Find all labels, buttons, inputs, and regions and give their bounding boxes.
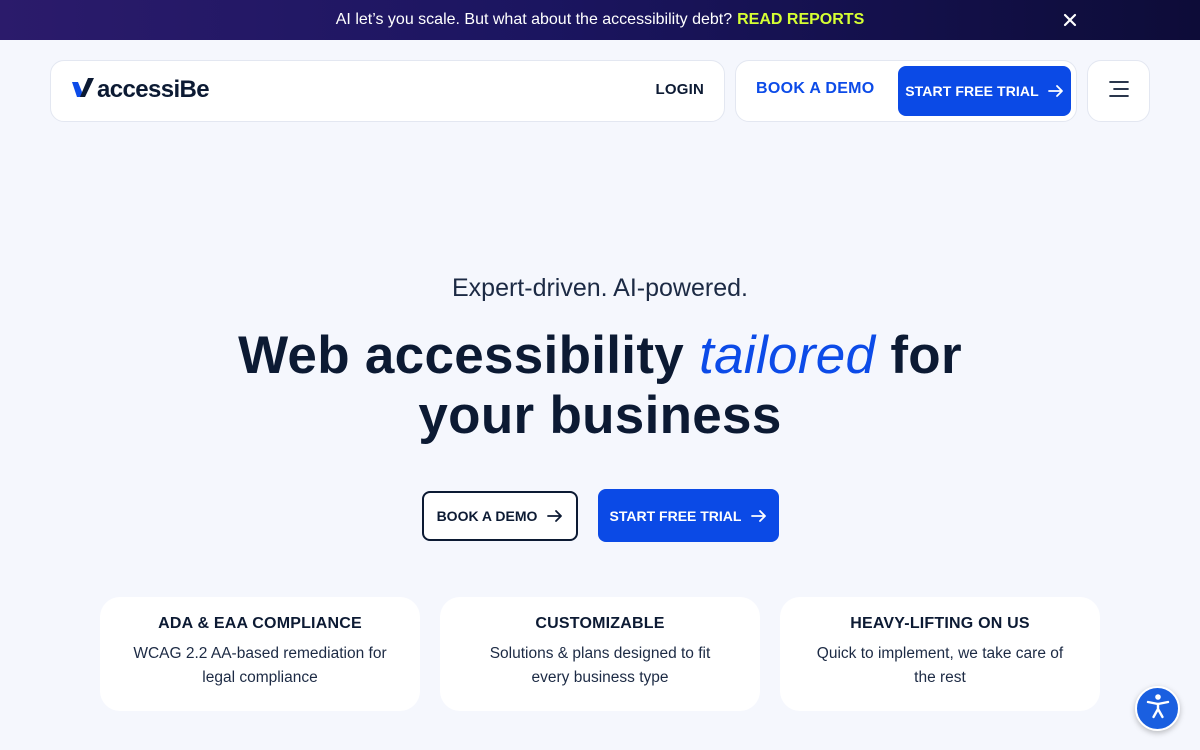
feature-description: WCAG 2.2 AA-based remediation for legal … [133, 645, 387, 686]
start-free-trial-button[interactable]: START FREE TRIAL [898, 66, 1071, 116]
feature-card-heavy-lifting: HEAVY-LIFTING ON US Quick to implement, … [780, 597, 1100, 711]
menu-button[interactable] [1087, 60, 1150, 122]
feature-card-compliance: ADA & EAA COMPLIANCE WCAG 2.2 AA-based r… [100, 597, 420, 711]
headline-line-2: your business [418, 386, 782, 445]
logo[interactable]: accessiBe [71, 76, 210, 104]
feature-description: Solutions & plans designed to fit every … [489, 645, 711, 686]
start-free-trial-label: START FREE TRIAL [905, 83, 1039, 99]
headline-accent: tailored [699, 326, 876, 385]
announcement-bar: AI let’s you scale. But what about the a… [0, 0, 1200, 40]
header-cta-panel: BOOK A DEMO START FREE TRIAL [735, 60, 1077, 122]
feature-title: HEAVY-LIFTING ON US [850, 615, 1030, 632]
announcement-text: AI let’s you scale. But what about the a… [335, 11, 733, 28]
accessibility-widget-button[interactable] [1135, 686, 1180, 731]
logo-wordmark: accessiBe [97, 76, 210, 103]
close-icon[interactable] [1060, 10, 1080, 30]
headline-part-1: Web accessibility [238, 326, 685, 385]
hero-book-demo-button[interactable]: BOOK A DEMO [422, 491, 578, 541]
feature-title: CUSTOMIZABLE [535, 615, 665, 632]
arrow-right-icon [1047, 84, 1064, 98]
arrow-right-icon [751, 509, 767, 523]
feature-card-customizable: CUSTOMIZABLE Solutions & plans designed … [440, 597, 760, 711]
headline-part-2: for [890, 326, 962, 385]
hero-eyebrow: Expert-driven. AI-powered. [452, 274, 748, 302]
header-main-panel: accessiBe LOGIN [50, 60, 725, 122]
logo-check-icon [71, 77, 95, 104]
login-link[interactable]: LOGIN [656, 81, 705, 98]
hero-book-demo-label: BOOK A DEMO [436, 508, 538, 524]
hero-start-trial-label: START FREE TRIAL [609, 507, 742, 524]
feature-title: ADA & EAA COMPLIANCE [158, 615, 362, 632]
accessibility-icon [1144, 692, 1172, 725]
feature-description: Quick to implement, we take care of the … [816, 645, 1064, 686]
hamburger-menu-icon [1108, 80, 1130, 103]
book-demo-link[interactable]: BOOK A DEMO [756, 80, 875, 98]
arrow-right-icon [547, 509, 563, 523]
hero-start-trial-button[interactable]: START FREE TRIAL [598, 489, 779, 542]
hero-headline: Web accessibility tailored for your busi… [0, 326, 1200, 446]
read-reports-link[interactable]: READ REPORTS [737, 11, 864, 29]
